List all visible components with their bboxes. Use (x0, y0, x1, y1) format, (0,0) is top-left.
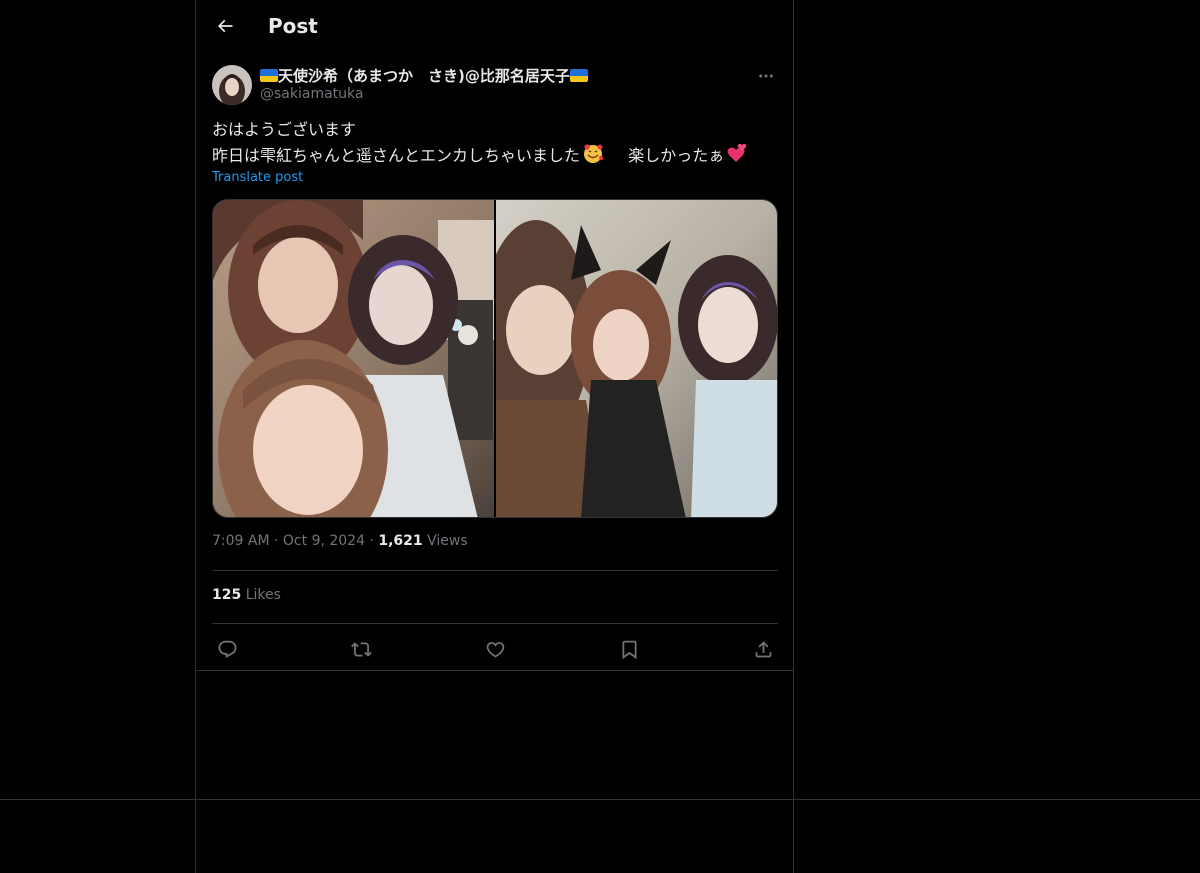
reply-icon (218, 640, 236, 658)
repost-button[interactable] (348, 636, 374, 662)
divider (0, 799, 1200, 800)
page-header: Post (196, 0, 793, 54)
post-text: おはようございます 昨日は雫紅ちゃんと遥さんとエンカしちゃいました 楽しかったぁ (212, 118, 778, 171)
likes-stat[interactable]: 125 Likes (212, 587, 281, 603)
divider (212, 570, 778, 571)
post-text-line-2: 昨日は雫紅ちゃんと遥さんとエンカしちゃいました (212, 146, 581, 165)
more-options-button[interactable] (754, 64, 778, 88)
repost-icon (350, 641, 372, 657)
ukraine-flag-icon (569, 69, 588, 82)
author-handle[interactable]: @sakiamatuka (260, 86, 363, 102)
views-count: 1,621 (378, 533, 423, 549)
like-button[interactable] (482, 636, 508, 662)
two-hearts-emoji-icon (726, 142, 748, 171)
page-title: Post (268, 14, 318, 38)
translate-post-link[interactable]: Translate post (212, 170, 303, 185)
bookmark-button[interactable] (616, 636, 642, 662)
share-button[interactable] (750, 636, 776, 662)
likes-label: Likes (245, 587, 281, 603)
views-label: Views (427, 533, 468, 549)
post-media-grid (212, 199, 778, 518)
post-date[interactable]: Oct 9, 2024 (283, 533, 365, 549)
post-text-line-2-row: 昨日は雫紅ちゃんと遥さんとエンカしちゃいました 楽しかったぁ (212, 142, 778, 171)
divider (196, 670, 793, 671)
post-time[interactable]: 7:09 AM (212, 533, 270, 549)
divider (212, 623, 778, 624)
post-text-line-2-tail: 楽しかったぁ (628, 146, 725, 165)
arrow-left-icon (217, 19, 233, 33)
ukraine-flag-icon (260, 69, 278, 82)
likes-count: 125 (212, 587, 242, 603)
post-actions (212, 634, 778, 662)
share-icon (755, 640, 771, 657)
smiling-hearts-emoji-icon (582, 142, 604, 171)
back-button[interactable] (208, 9, 242, 43)
avatar[interactable] (212, 65, 252, 105)
author-display-name: 天使沙希（あまつか さき)@比那名居天子 (278, 67, 570, 85)
post-meta: 7:09 AM · Oct 9, 2024 · 1,621 Views (212, 533, 468, 549)
post-photo-2[interactable] (496, 200, 777, 517)
primary-column: Post 天使沙希（あまつか さき)@比那名居天子 @sakiamatuka お… (195, 0, 794, 873)
post-photo-1[interactable] (213, 200, 494, 517)
reply-button[interactable] (214, 636, 240, 662)
bookmark-icon (622, 640, 636, 659)
post-text-line-1: おはようございます (212, 120, 357, 139)
heart-icon (486, 641, 504, 658)
post-author: 天使沙希（あまつか さき)@比那名居天子 @sakiamatuka (212, 64, 778, 108)
author-display-name-row[interactable]: 天使沙希（あまつか さき)@比那名居天子 (260, 65, 588, 86)
more-horizontal-icon (759, 74, 773, 78)
